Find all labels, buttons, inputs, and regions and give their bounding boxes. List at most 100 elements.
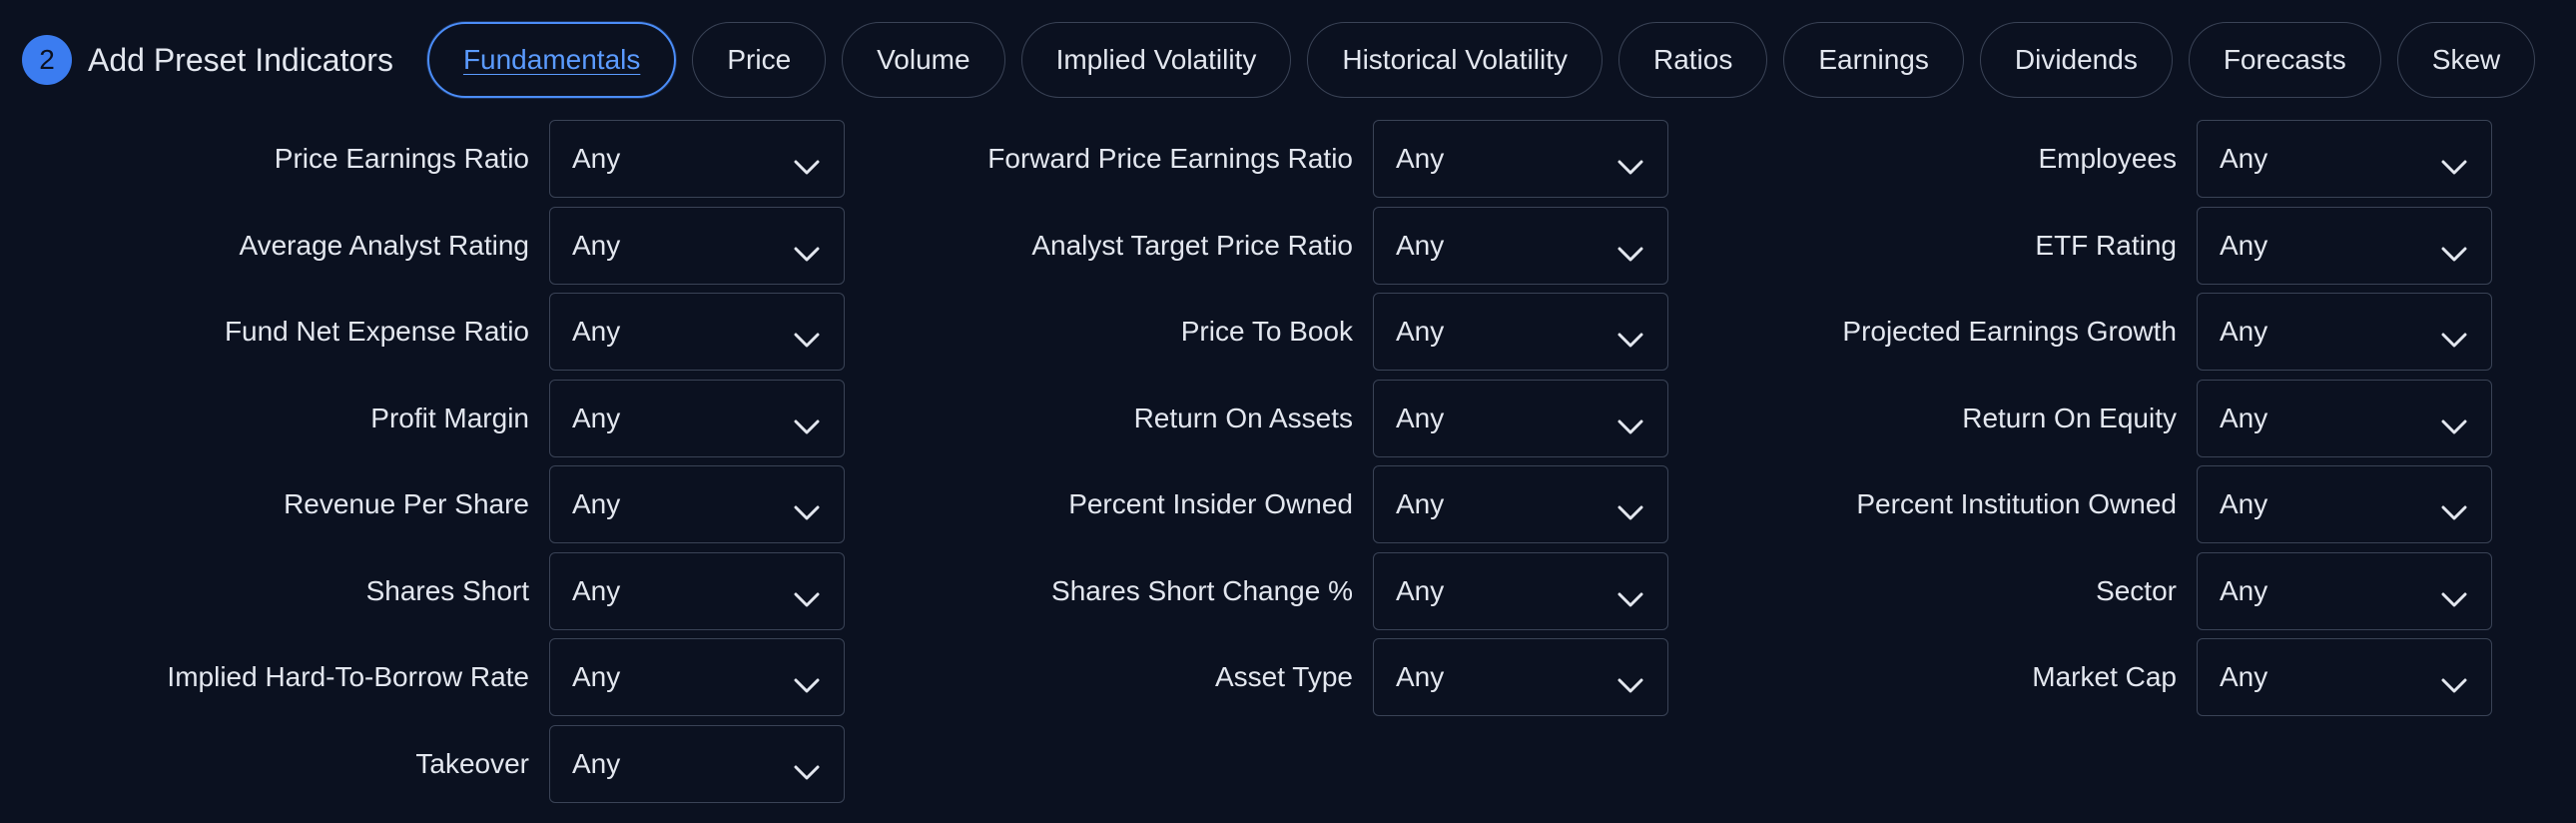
label-percent-institution-owned: Percent Institution Owned xyxy=(1856,488,2177,519)
select-value: Any xyxy=(2220,661,2268,692)
select-fund-net-expense-ratio[interactable]: Any xyxy=(549,293,845,371)
select-asset-type[interactable]: Any xyxy=(1373,638,1668,716)
select-revenue-per-share[interactable]: Any xyxy=(549,465,845,543)
select-analyst-target-price-ratio[interactable]: Any xyxy=(1373,206,1668,285)
select-value: Any xyxy=(1396,574,1445,606)
chevron-down-icon xyxy=(2441,583,2467,606)
label-return-on-equity: Return On Equity xyxy=(1962,402,2177,433)
select-projected-earnings-growth[interactable]: Any xyxy=(2197,293,2492,371)
tab-price[interactable]: Price xyxy=(692,22,827,98)
select-average-analyst-rating[interactable]: Any xyxy=(549,206,845,285)
select-value: Any xyxy=(2220,229,2268,261)
label-revenue-per-share: Revenue Per Share xyxy=(284,488,529,519)
select-percent-institution-owned[interactable]: Any xyxy=(2197,465,2492,543)
tab-skew[interactable]: Skew xyxy=(2396,22,2536,98)
select-implied-hard-to-borrow-rate[interactable]: Any xyxy=(549,638,845,716)
label-return-on-assets: Return On Assets xyxy=(1133,402,1353,433)
select-value: Any xyxy=(572,143,621,174)
tab-forecasts[interactable]: Forecasts xyxy=(2188,22,2381,98)
select-value: Any xyxy=(2220,402,2268,433)
label-profit-margin: Profit Margin xyxy=(370,402,529,433)
select-shares-short[interactable]: Any xyxy=(549,551,845,630)
select-value: Any xyxy=(1396,402,1445,433)
select-value: Any xyxy=(572,747,621,779)
select-sector[interactable]: Any xyxy=(2197,551,2492,630)
step-number-badge: 2 xyxy=(22,35,72,85)
page-title: Add Preset Indicators xyxy=(88,41,393,78)
chevron-down-icon xyxy=(794,669,820,693)
select-forward-price-earnings-ratio[interactable]: Any xyxy=(1373,120,1668,198)
label-price-to-book: Price To Book xyxy=(1180,316,1353,347)
label-fund-net-expense-ratio: Fund Net Expense Ratio xyxy=(224,316,529,347)
tab-ratios[interactable]: Ratios xyxy=(1617,22,1768,98)
select-value: Any xyxy=(2220,574,2268,606)
select-value: Any xyxy=(2220,143,2268,174)
select-takeover[interactable]: Any xyxy=(549,724,845,803)
label-market-cap: Market Cap xyxy=(2032,661,2177,692)
label-shares-short: Shares Short xyxy=(365,574,529,606)
chevron-down-icon xyxy=(2441,669,2467,693)
chevron-down-icon xyxy=(2441,151,2467,175)
select-percent-insider-owned[interactable]: Any xyxy=(1373,465,1668,543)
label-asset-type: Asset Type xyxy=(1214,661,1353,692)
header-row: 2 Add Preset Indicators Fundamentals Pric… xyxy=(22,22,2536,98)
select-shares-short-change-pct[interactable]: Any xyxy=(1373,551,1668,630)
chevron-down-icon xyxy=(1617,583,1643,606)
chevron-down-icon xyxy=(794,151,820,175)
label-sector: Sector xyxy=(2096,574,2177,606)
chevron-down-icon xyxy=(1617,151,1643,175)
label-implied-hard-to-borrow-rate: Implied Hard-To-Borrow Rate xyxy=(167,661,529,692)
chevron-down-icon xyxy=(2441,324,2467,348)
tab-dividends[interactable]: Dividends xyxy=(1979,22,2173,98)
select-price-earnings-ratio[interactable]: Any xyxy=(549,120,845,198)
select-market-cap[interactable]: Any xyxy=(2197,638,2492,716)
select-value: Any xyxy=(572,316,621,347)
label-average-analyst-rating: Average Analyst Rating xyxy=(239,229,529,261)
tab-historical-volatility[interactable]: Historical Volatility xyxy=(1307,22,1603,98)
chevron-down-icon xyxy=(794,583,820,606)
tab-earnings[interactable]: Earnings xyxy=(1783,22,1964,98)
select-price-to-book[interactable]: Any xyxy=(1373,293,1668,371)
chevron-down-icon xyxy=(794,324,820,348)
label-projected-earnings-growth: Projected Earnings Growth xyxy=(1842,316,2177,347)
label-etf-rating: ETF Rating xyxy=(2035,229,2177,261)
label-analyst-target-price-ratio: Analyst Target Price Ratio xyxy=(1031,229,1353,261)
select-return-on-equity[interactable]: Any xyxy=(2197,379,2492,457)
chevron-down-icon xyxy=(2441,496,2467,520)
select-value: Any xyxy=(1396,143,1445,174)
tab-fundamentals[interactable]: Fundamentals xyxy=(426,22,677,98)
select-value: Any xyxy=(2220,488,2268,519)
chevron-down-icon xyxy=(1617,669,1643,693)
select-value: Any xyxy=(572,402,621,433)
chevron-down-icon xyxy=(2441,238,2467,261)
chevron-down-icon xyxy=(794,496,820,520)
chevron-down-icon xyxy=(2441,411,2467,433)
chevron-down-icon xyxy=(794,238,820,261)
tab-implied-volatility[interactable]: Implied Volatility xyxy=(1020,22,1292,98)
select-value: Any xyxy=(572,574,621,606)
label-shares-short-change-pct: Shares Short Change % xyxy=(1051,574,1353,606)
select-value: Any xyxy=(1396,661,1445,692)
chevron-down-icon xyxy=(1617,496,1643,520)
chevron-down-icon xyxy=(794,411,820,433)
chevron-down-icon xyxy=(1617,324,1643,348)
preset-indicators-panel: 2 Add Preset Indicators Fundamentals Pric… xyxy=(0,0,2576,823)
select-value: Any xyxy=(1396,316,1445,347)
select-return-on-assets[interactable]: Any xyxy=(1373,379,1668,457)
select-employees[interactable]: Any xyxy=(2197,120,2492,198)
chevron-down-icon xyxy=(1617,411,1643,433)
select-profit-margin[interactable]: Any xyxy=(549,379,845,457)
label-employees: Employees xyxy=(2038,143,2177,174)
select-value: Any xyxy=(1396,229,1445,261)
label-takeover: Takeover xyxy=(415,747,529,779)
select-value: Any xyxy=(1396,488,1445,519)
label-percent-insider-owned: Percent Insider Owned xyxy=(1068,488,1353,519)
select-etf-rating[interactable]: Any xyxy=(2197,206,2492,285)
label-price-earnings-ratio: Price Earnings Ratio xyxy=(274,143,529,174)
category-tabs: Fundamentals Price Volume Implied Volatilit… xyxy=(426,22,2536,98)
select-value: Any xyxy=(572,488,621,519)
label-forward-price-earnings-ratio: Forward Price Earnings Ratio xyxy=(987,143,1353,174)
tab-volume[interactable]: Volume xyxy=(842,22,1005,98)
select-value: Any xyxy=(572,661,621,692)
chevron-down-icon xyxy=(1617,238,1643,261)
